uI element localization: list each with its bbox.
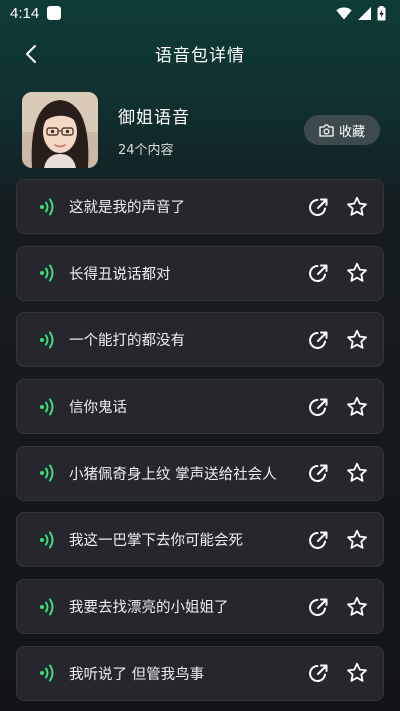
item-label: 小猪佩奇身上纹 掌声送给社会人 (69, 466, 277, 483)
star-icon[interactable] (345, 528, 369, 552)
chevron-left-icon (26, 45, 36, 63)
share-icon[interactable] (307, 261, 331, 285)
pack-name: 御姐语音 (118, 107, 190, 128)
signal-icon (358, 6, 371, 20)
list-item[interactable]: 我要去找漂亮的小姐姐了 (16, 579, 384, 635)
notification-icon (47, 6, 62, 20)
sound-wave-icon (40, 664, 54, 682)
item-label: 我听说了 但管我鸟事 (69, 666, 205, 683)
voice-list: 这就是我的声音了 长得丑说话都对 一个能打的都没有 信你鬼话 小猪佩奇身上纹 掌… (16, 179, 384, 711)
share-icon[interactable] (307, 595, 331, 619)
list-item[interactable]: 一个能打的都没有 (16, 312, 384, 368)
star-icon[interactable] (345, 461, 369, 485)
star-icon[interactable] (345, 595, 369, 619)
share-icon[interactable] (307, 395, 331, 419)
star-icon[interactable] (345, 661, 369, 685)
star-icon[interactable] (345, 195, 369, 219)
header: 语音包详情 (0, 26, 400, 80)
sound-wave-icon (40, 531, 54, 549)
status-bar: 4:14 (0, 0, 400, 26)
page-title: 语音包详情 (155, 45, 245, 66)
collect-label: 收藏 (338, 124, 365, 140)
item-label: 长得丑说话都对 (69, 266, 171, 283)
list-item[interactable]: 我听说了 但管我鸟事 (16, 645, 384, 701)
sound-wave-icon (40, 264, 54, 282)
collect-button[interactable]: 收藏 (304, 115, 380, 145)
wifi-icon (336, 6, 352, 20)
battery-icon (377, 5, 386, 20)
share-icon[interactable] (307, 328, 331, 352)
share-icon[interactable] (307, 528, 331, 552)
item-label: 这就是我的声音了 (69, 200, 185, 216)
pack-avatar (22, 92, 98, 168)
sound-wave-icon (40, 398, 54, 416)
list-item[interactable]: 长得丑说话都对 (16, 245, 384, 301)
sound-wave-icon (40, 598, 54, 616)
share-icon[interactable] (307, 661, 331, 685)
pack-info: 御姐语音 24个内容 收藏 (0, 80, 400, 168)
list-item[interactable]: 小猪佩奇身上纹 掌声送给社会人 (16, 445, 384, 501)
item-label: 我这一巴掌下去你可能会死 (69, 533, 243, 550)
sound-wave-icon (40, 198, 54, 215)
item-label: 信你鬼话 (69, 400, 127, 417)
collect-icon (319, 123, 334, 137)
status-time: 4:14 (10, 4, 40, 22)
share-icon[interactable] (307, 461, 331, 485)
item-label: 我要去找漂亮的小姐姐了 (69, 600, 229, 617)
list-item[interactable]: 信你鬼话 (16, 379, 384, 435)
pack-count: 24个内容 (118, 142, 174, 158)
sound-wave-icon (40, 331, 54, 349)
list-item[interactable]: 我这一巴掌下去你可能会死 (16, 512, 384, 568)
share-icon[interactable] (307, 195, 331, 219)
item-label: 一个能打的都没有 (69, 333, 185, 350)
star-icon[interactable] (345, 261, 369, 285)
list-item[interactable]: 这就是我的声音了 (16, 179, 384, 234)
star-icon[interactable] (345, 395, 369, 419)
back-button[interactable] (18, 41, 44, 67)
star-icon[interactable] (345, 328, 369, 352)
sound-wave-icon (40, 464, 54, 482)
